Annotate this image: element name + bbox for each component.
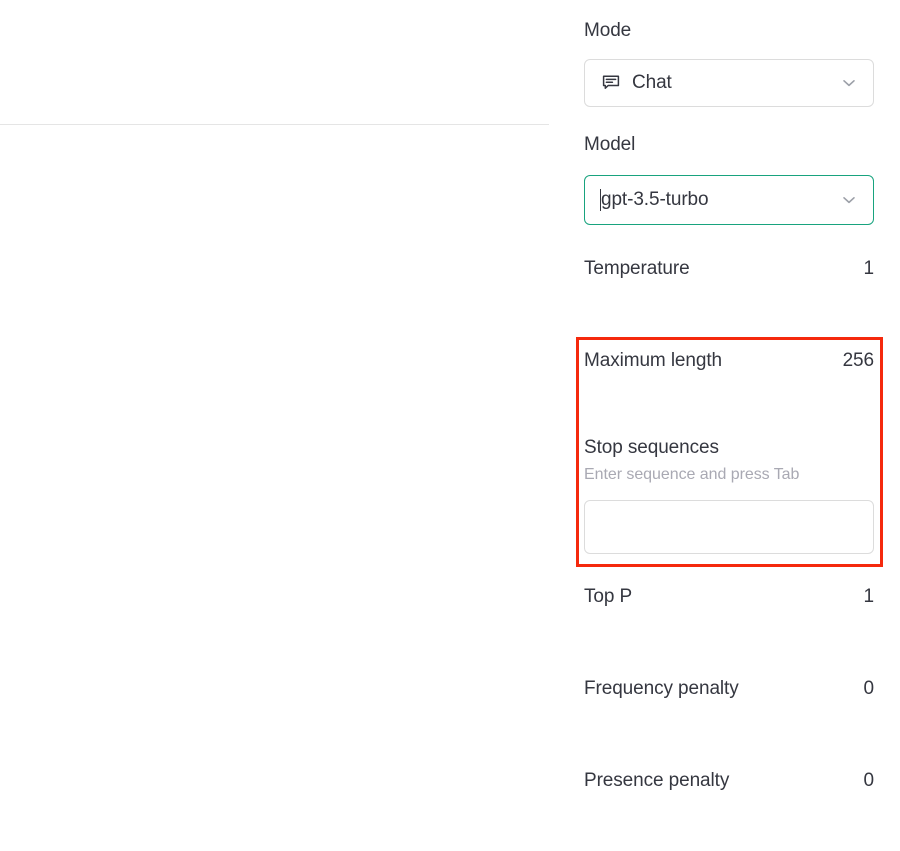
settings-panel: Mode Chat Model gpt-3.5-turbo bbox=[550, 0, 900, 851]
presence-penalty-value: 0 bbox=[864, 770, 874, 792]
mode-select-value-group: Chat bbox=[601, 72, 839, 94]
stop-sequences-label: Stop sequences bbox=[584, 438, 719, 457]
text-cursor bbox=[600, 189, 601, 211]
frequency-penalty-label: Frequency penalty bbox=[584, 679, 739, 698]
top-p-label: Top P bbox=[584, 587, 632, 606]
temperature-label: Temperature bbox=[584, 259, 690, 278]
frequency-penalty-row: Frequency penalty 0 bbox=[584, 678, 874, 700]
chat-bubble-icon bbox=[601, 73, 621, 93]
top-p-row: Top P 1 bbox=[584, 586, 874, 608]
mode-select-value: Chat bbox=[632, 72, 672, 94]
content-divider bbox=[0, 124, 549, 125]
maximum-length-value: 256 bbox=[843, 350, 874, 372]
left-content-pane bbox=[0, 0, 550, 851]
mode-select[interactable]: Chat bbox=[584, 59, 874, 107]
maximum-length-label: Maximum length bbox=[584, 351, 722, 370]
frequency-penalty-value: 0 bbox=[864, 678, 874, 700]
temperature-row: Temperature 1 bbox=[584, 258, 874, 280]
top-p-value: 1 bbox=[864, 586, 874, 608]
model-select-value: gpt-3.5-turbo bbox=[601, 189, 709, 211]
mode-label: Mode bbox=[584, 21, 631, 40]
model-label: Model bbox=[584, 135, 635, 154]
maximum-length-row: Maximum length 256 bbox=[584, 350, 874, 372]
model-select[interactable]: gpt-3.5-turbo bbox=[584, 175, 874, 225]
chevron-down-icon bbox=[839, 73, 859, 93]
presence-penalty-row: Presence penalty 0 bbox=[584, 770, 874, 792]
stop-sequences-input[interactable] bbox=[584, 500, 874, 554]
presence-penalty-label: Presence penalty bbox=[584, 771, 729, 790]
temperature-value: 1 bbox=[864, 258, 874, 280]
model-select-value-group: gpt-3.5-turbo bbox=[601, 189, 839, 211]
stop-sequences-hint: Enter sequence and press Tab bbox=[584, 466, 799, 484]
chevron-down-icon bbox=[839, 190, 859, 210]
